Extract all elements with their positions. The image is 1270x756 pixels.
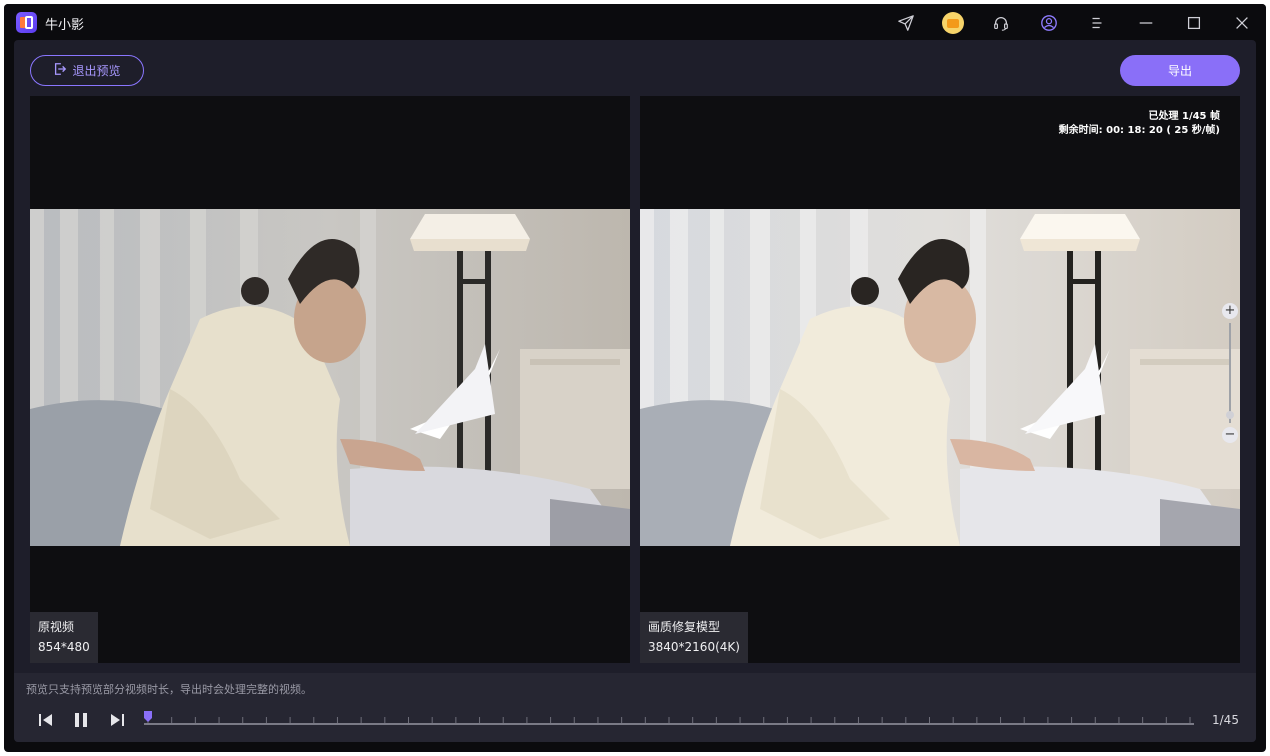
send-icon[interactable] (895, 12, 917, 34)
timeline-track (144, 723, 1194, 725)
enhanced-info-tag: 画质修复模型 3840*2160(4K) (640, 612, 748, 663)
original-video-panel: 原视频 854*480 (30, 96, 630, 663)
headset-icon[interactable] (990, 12, 1012, 34)
processed-frames-text: 已处理 1/45 帧 (1148, 111, 1221, 122)
exit-icon (53, 62, 67, 79)
zoom-slider-knob[interactable] (1226, 411, 1234, 419)
original-resolution: 854*480 (38, 640, 90, 654)
maximize-icon[interactable] (1183, 12, 1205, 34)
app-window: 牛小影 退出预览 导出 原视频 854*480 已处理 1/45 帧 剩余时间:… (4, 4, 1266, 752)
title-bar: 牛小影 (4, 4, 1266, 40)
preview-note: 预览只支持预览部分视频时长，导出时会处理完整的视频。 (26, 683, 312, 696)
preview-content: 退出预览 导出 原视频 854*480 已处理 1/45 帧 剩余时间: 00:… (14, 40, 1256, 742)
close-icon[interactable] (1231, 12, 1253, 34)
app-logo-icon (16, 12, 37, 33)
minimize-icon[interactable] (1135, 12, 1157, 34)
enhanced-video-frame (640, 209, 1240, 546)
zoom-in-icon[interactable]: + (1222, 303, 1238, 319)
zoom-out-icon[interactable]: − (1222, 427, 1238, 443)
export-button[interactable]: 导出 (1120, 55, 1240, 86)
pause-icon[interactable] (71, 710, 91, 730)
frame-counter: 1/45 (1212, 713, 1239, 727)
processing-status: 已处理 1/45 帧 剩余时间: 00: 18: 20 ( 25 秒/帧) (1059, 110, 1220, 138)
exit-preview-button[interactable]: 退出预览 (30, 55, 144, 86)
timeline-ticks (147, 717, 1191, 723)
zoom-control: + − (1221, 303, 1239, 443)
user-icon[interactable] (1038, 12, 1060, 34)
previous-frame-icon[interactable] (36, 710, 56, 730)
enhanced-label: 画质修复模型 (648, 620, 721, 634)
app-title: 牛小影 (45, 18, 85, 33)
vip-cart-icon[interactable] (942, 12, 964, 34)
enhanced-resolution: 3840*2160(4K) (648, 640, 740, 654)
next-frame-icon[interactable] (107, 710, 127, 730)
zoom-slider-track[interactable] (1229, 323, 1231, 423)
exit-preview-label: 退出预览 (72, 64, 121, 78)
playback-bar: 预览只支持预览部分视频时长，导出时会处理完整的视频。 1/45 (14, 673, 1256, 742)
enhanced-video-panel: 已处理 1/45 帧 剩余时间: 00: 18: 20 ( 25 秒/帧) + … (640, 96, 1240, 663)
original-video-frame (30, 209, 630, 546)
original-label: 原视频 (38, 620, 75, 634)
menu-icon[interactable] (1086, 12, 1108, 34)
playhead-marker[interactable] (144, 711, 152, 723)
original-info-tag: 原视频 854*480 (30, 612, 98, 663)
frame-timeline[interactable] (144, 711, 1194, 731)
remaining-time-text: 剩余时间: 00: 18: 20 ( 25 秒/帧) (1058, 125, 1220, 136)
